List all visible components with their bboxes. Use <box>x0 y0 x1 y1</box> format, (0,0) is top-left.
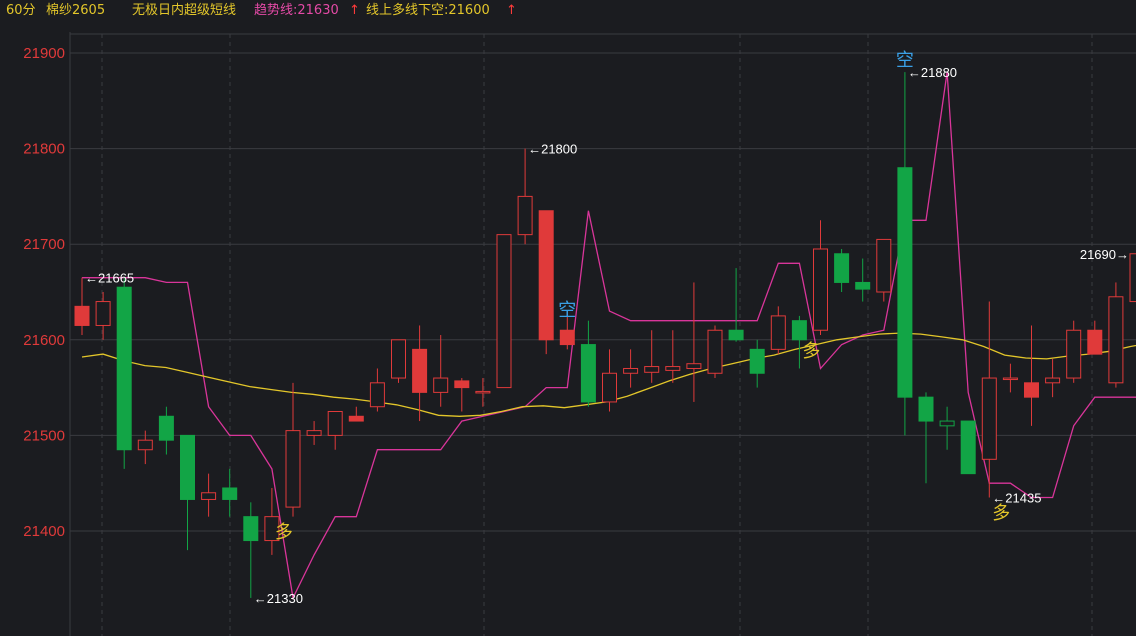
candle-body[interactable] <box>538 210 554 341</box>
candle-body[interactable] <box>116 286 132 451</box>
candle-body[interactable] <box>834 253 850 283</box>
candle-body[interactable] <box>1024 382 1039 398</box>
candle-body[interactable] <box>496 234 512 389</box>
candle-body[interactable] <box>1087 329 1103 355</box>
y-tick-label: 21700 <box>23 236 65 253</box>
candle-body[interactable] <box>665 366 681 371</box>
price-extreme-label: ←21330 <box>254 591 303 606</box>
y-tick-label: 21800 <box>23 141 65 158</box>
candle-body[interactable] <box>74 305 90 326</box>
trend-line-series <box>82 72 1136 601</box>
candle-body[interactable] <box>137 439 153 451</box>
candle-body[interactable] <box>897 167 913 398</box>
candle-body[interactable] <box>222 487 238 500</box>
long-signal-label: 多 <box>802 341 820 362</box>
candle-body[interactable] <box>412 348 428 393</box>
candle-body[interactable] <box>369 382 385 408</box>
candle-body[interactable] <box>1108 296 1124 384</box>
candle-body[interactable] <box>327 411 343 436</box>
candle-body[interactable] <box>623 367 639 374</box>
candle-body[interactable] <box>960 420 976 475</box>
candlestick-chart[interactable]: 214002150021600217002180021900多空多空多←2166… <box>0 0 1136 636</box>
candle-body[interactable] <box>95 301 111 326</box>
candle-body[interactable] <box>1002 377 1018 381</box>
candle-body[interactable] <box>306 430 322 436</box>
y-tick-label: 21900 <box>23 45 65 62</box>
price-extreme-label: ←21435 <box>992 491 1041 506</box>
candle-body[interactable] <box>939 420 955 427</box>
candle-body[interactable] <box>433 377 449 393</box>
price-extreme-label: ←21665 <box>85 271 134 286</box>
candle-body[interactable] <box>285 430 301 508</box>
candle-body[interactable] <box>180 434 195 500</box>
y-tick-label: 21400 <box>23 523 65 540</box>
candle-body[interactable] <box>1129 253 1136 303</box>
candle-body[interactable] <box>981 377 997 460</box>
candle-body[interactable] <box>855 281 871 290</box>
candle-body[interactable] <box>749 348 765 374</box>
candle-body[interactable] <box>602 372 617 403</box>
short-signal-label: 空 <box>558 300 576 321</box>
candle-body[interactable] <box>243 516 259 542</box>
price-extreme-label: 21690→ <box>1080 247 1129 262</box>
y-tick-label: 21500 <box>23 427 65 444</box>
candle-body[interactable] <box>876 238 892 293</box>
candle-body[interactable] <box>475 390 491 394</box>
candle-body[interactable] <box>728 329 744 341</box>
candle-body[interactable] <box>454 380 470 389</box>
long-signal-label: 多 <box>992 503 1010 524</box>
y-tick-label: 21600 <box>23 332 65 349</box>
candle-body[interactable] <box>391 339 406 379</box>
candle-body[interactable] <box>686 363 702 369</box>
candle-body[interactable] <box>1045 377 1061 384</box>
candle-body[interactable] <box>158 415 174 441</box>
candle-body[interactable] <box>918 396 934 422</box>
long-signal-label: 多 <box>275 522 293 543</box>
candle-body[interactable] <box>580 344 596 403</box>
candle-body[interactable] <box>707 329 723 374</box>
candle-body[interactable] <box>791 320 807 341</box>
candle-body[interactable] <box>348 415 364 422</box>
candle-body[interactable] <box>559 329 575 346</box>
price-extreme-label: ←21880 <box>908 65 957 80</box>
candle-body[interactable] <box>813 248 828 331</box>
candle-body[interactable] <box>1066 329 1082 379</box>
candle-body[interactable] <box>517 195 533 236</box>
candle-body[interactable] <box>644 366 660 373</box>
candle-body[interactable] <box>770 315 786 350</box>
price-extreme-label: ←21800 <box>528 142 577 157</box>
candle-body[interactable] <box>201 492 217 500</box>
